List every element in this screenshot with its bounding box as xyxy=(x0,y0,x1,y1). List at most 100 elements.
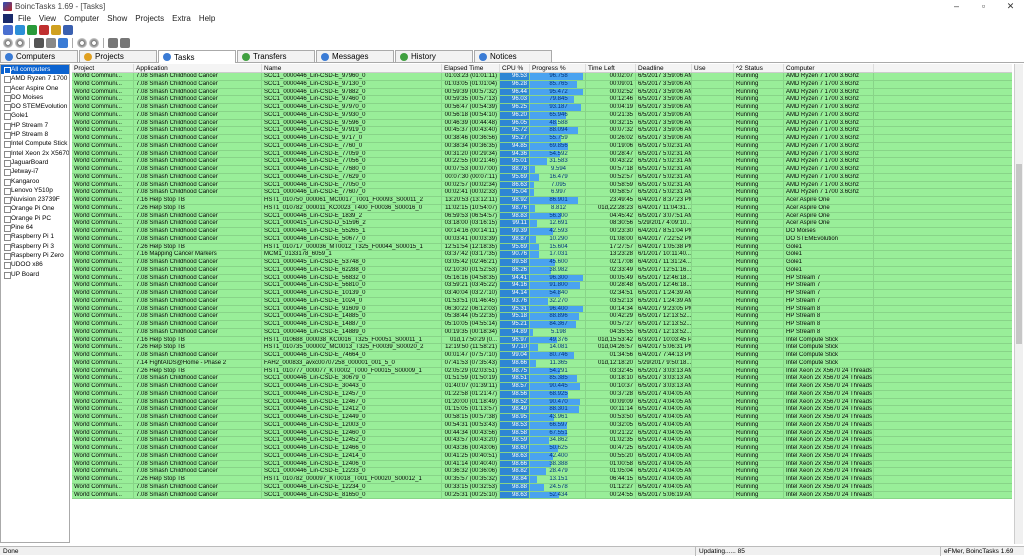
abort-icon[interactable] xyxy=(34,38,44,48)
table-row[interactable]: World Communi... 7.16 Help Stop TB HST1_01… xyxy=(72,197,1012,205)
table-row[interactable]: World Communi... 7.08 Smash Childhood Can… xyxy=(72,220,1012,228)
sidebar-item[interactable]: Pine 64 xyxy=(1,223,69,233)
table-row[interactable]: World Communi... 7.08 Smash Childhood Can… xyxy=(72,228,1012,236)
table-row[interactable]: World Communi... 7.08 Smash Childhood Can… xyxy=(72,437,1012,445)
table-row[interactable]: World Communi... 7.08 Smash Childhood Can… xyxy=(72,305,1012,314)
sidebar-item[interactable]: HP Stream 7 xyxy=(1,121,69,131)
sidebar-item[interactable]: HP Stream 8 xyxy=(1,130,69,140)
table-row[interactable]: World Communi... 7.08 Smash Childhood Can… xyxy=(72,282,1012,290)
table-row[interactable]: World Communi... 7.26 Help Stop TB HST1_01… xyxy=(72,204,1012,213)
table-row[interactable]: World Communi... 7.08 Smash Childhood Can… xyxy=(72,88,1012,97)
scrollbar-thumb[interactable] xyxy=(1016,164,1022,344)
suspend-icon[interactable] xyxy=(3,38,13,48)
tab-notices[interactable]: Notices xyxy=(474,50,552,62)
transfers-toolbar-icon[interactable] xyxy=(39,25,49,35)
table-row[interactable]: World Communi... 7.08 Smash Childhood Can… xyxy=(72,181,1012,190)
table-row[interactable]: World Communi... 7.08 Smash Childhood Can… xyxy=(72,398,1012,407)
column-header-use[interactable]: Use xyxy=(692,64,734,72)
table-row[interactable]: World Communi... 7.08 Smash Childhood Can… xyxy=(72,468,1012,476)
table-row[interactable]: World Communi... 7.08 Smash Childhood Can… xyxy=(72,150,1012,159)
download-icon[interactable] xyxy=(108,38,118,48)
table-row[interactable]: World Communi... 7.08 Smash Childhood Can… xyxy=(72,274,1012,283)
menu-file[interactable]: File xyxy=(18,14,31,23)
table-row[interactable]: World Communi... 7.14 FightAIDS@Home - Ph… xyxy=(72,359,1012,368)
table-row[interactable]: World Communi... 7.08 Smash Childhood Can… xyxy=(72,406,1012,414)
table-row[interactable]: World Communi... 7.08 Smash Childhood Can… xyxy=(72,491,1012,500)
table-row[interactable]: World Communi... 7.26 Help Stop TB HST1_01… xyxy=(72,344,1012,352)
sidebar-item[interactable]: DO STEMEvolution xyxy=(1,102,69,112)
table-row[interactable]: World Communi... 7.08 Smash Childhood Can… xyxy=(72,266,1012,275)
table-row[interactable]: World Communi... 7.08 Smash Childhood Can… xyxy=(72,321,1012,329)
vertical-scrollbar[interactable] xyxy=(1014,64,1023,544)
column-header-name[interactable]: Name xyxy=(262,64,442,72)
column-header-application[interactable]: Application xyxy=(134,64,262,72)
column-header-progress[interactable]: Progress % xyxy=(530,64,586,72)
table-row[interactable]: World Communi... 7.08 Smash Childhood Can… xyxy=(72,73,1012,81)
table-row[interactable]: World Communi... 7.16 Mapping Cancer Mark… xyxy=(72,251,1012,259)
sidebar-item[interactable]: Lenovo Y510p xyxy=(1,186,69,196)
table-row[interactable]: World Communi... 7.08 Smash Childhood Can… xyxy=(72,375,1012,383)
projects-toolbar-icon[interactable] xyxy=(15,25,25,35)
maximize-button[interactable]: ▫ xyxy=(970,0,997,12)
table-row[interactable]: World Communi... 7.08 Smash Childhood Can… xyxy=(72,421,1012,430)
column-header-elapsed-time[interactable]: Elapsed Time xyxy=(442,64,500,72)
sidebar-item[interactable]: JaguarBoard xyxy=(1,158,69,168)
sidebar-item[interactable]: Intel Compute Stick xyxy=(1,139,69,149)
history-toolbar-icon[interactable] xyxy=(63,25,73,35)
column-header-status[interactable]: ^2 Status xyxy=(734,64,784,72)
table-row[interactable]: World Communi... 7.08 Smash Childhood Can… xyxy=(72,390,1012,399)
table-row[interactable]: World Communi... 7.26 Help Stop TB HST1_01… xyxy=(72,243,1012,252)
table-row[interactable]: World Communi... 7.08 Smash Childhood Can… xyxy=(72,166,1012,174)
tab-transfers[interactable]: Transfers xyxy=(237,50,315,62)
sidebar-item[interactable]: UDOO x86 xyxy=(1,260,69,270)
sidebar-item[interactable]: Kangaroo xyxy=(1,177,69,186)
table-row[interactable]: World Communi... 7.08 Smash Childhood Can… xyxy=(72,460,1012,469)
table-row[interactable]: World Communi... 7.08 Smash Childhood Can… xyxy=(72,235,1012,244)
sidebar-item[interactable]: AMD Ryzen 7 1700 3.6Ghz xyxy=(1,74,69,84)
sidebar-item[interactable]: DO Moises xyxy=(1,93,69,103)
menu-projects[interactable]: Projects xyxy=(135,14,164,23)
table-row[interactable]: World Communi... 7.08 Smash Childhood Can… xyxy=(72,445,1012,453)
tasks-toolbar-icon[interactable] xyxy=(27,25,37,35)
sidebar-item[interactable]: Raspberry Pi Zero xyxy=(1,251,69,261)
table-row[interactable]: World Communi... 7.08 Smash Childhood Can… xyxy=(72,96,1012,104)
column-header-project[interactable]: Project xyxy=(72,64,134,72)
table-row[interactable]: World Communi... 7.08 Smash Childhood Can… xyxy=(72,290,1012,298)
table-row[interactable]: World Communi... 7.08 Smash Childhood Can… xyxy=(72,127,1012,135)
table-row[interactable]: World Communi... 7.08 Smash Childhood Can… xyxy=(72,212,1012,221)
column-header-cpu[interactable]: CPU % xyxy=(500,64,530,72)
resume-icon[interactable] xyxy=(15,38,25,48)
sidebar-item[interactable]: Gole1 xyxy=(1,111,69,121)
table-row[interactable]: World Communi... 7.08 Smash Childhood Can… xyxy=(72,158,1012,166)
sidebar-item[interactable]: Nuvision 23739F xyxy=(1,195,69,205)
table-row[interactable]: World Communi... 7.08 Smash Childhood Can… xyxy=(72,189,1012,197)
table-row[interactable]: World Communi... 7.08 Smash Childhood Can… xyxy=(72,173,1012,182)
messages-toolbar-icon[interactable] xyxy=(51,25,61,35)
table-row[interactable]: World Communi... 7.08 Smash Childhood Can… xyxy=(72,142,1012,151)
sidebar-item[interactable]: All computers xyxy=(1,65,69,75)
menu-help[interactable]: Help xyxy=(199,14,215,23)
table-row[interactable]: World Communi... 7.08 Smash Childhood Can… xyxy=(72,119,1012,128)
column-header-deadline[interactable]: Deadline xyxy=(636,64,692,72)
table-row[interactable]: World Communi... 7.08 Smash Childhood Can… xyxy=(72,111,1012,120)
table-row[interactable]: World Communi... 7.08 Smash Childhood Can… xyxy=(72,328,1012,337)
column-header-time-left[interactable]: Time Left xyxy=(586,64,636,72)
tab-messages[interactable]: Messages xyxy=(316,50,394,62)
table-row[interactable]: World Communi... 7.08 Smash Childhood Can… xyxy=(72,414,1012,422)
suspend-network-icon[interactable] xyxy=(77,38,87,48)
sidebar-item[interactable]: UP Board xyxy=(1,270,69,279)
table-row[interactable]: World Communi... 7.26 Help Stop TB HST1_01… xyxy=(72,367,1012,376)
sidebar-item[interactable]: Raspberry Pi 3 xyxy=(1,242,69,251)
table-row[interactable]: World Communi... 7.08 Smash Childhood Can… xyxy=(72,452,1012,461)
menu-extra[interactable]: Extra xyxy=(172,14,191,23)
sidebar-item[interactable]: Intel Xeon 2x X5670 xyxy=(1,149,69,158)
sidebar-item[interactable]: Orange Pi PC xyxy=(1,214,69,224)
computers-toolbar-icon[interactable] xyxy=(3,25,13,35)
sidebar-item[interactable]: Orange Pi One xyxy=(1,204,69,214)
table-row[interactable]: World Communi... 7.08 Smash Childhood Can… xyxy=(72,483,1012,492)
tab-history[interactable]: History xyxy=(395,50,473,62)
table-row[interactable]: World Communi... 7.08 Smash Childhood Can… xyxy=(72,313,1012,321)
update-icon[interactable] xyxy=(46,38,56,48)
sidebar-item[interactable]: Acer Aspire One xyxy=(1,84,69,93)
close-button[interactable]: ✕ xyxy=(997,0,1024,12)
